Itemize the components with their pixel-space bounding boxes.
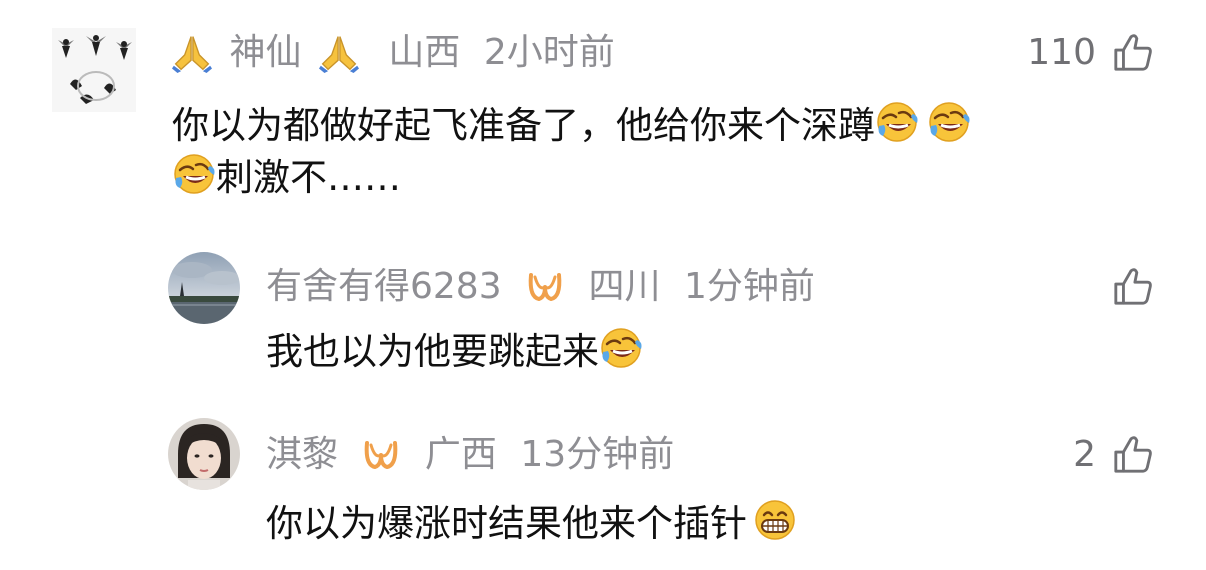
like-button[interactable]: 110: [954, 30, 1154, 74]
avatar[interactable]: [168, 252, 240, 324]
username[interactable]: 淇黎: [266, 434, 338, 475]
thumbs-up-icon: [1112, 265, 1154, 307]
rolling-laughing-emoji-icon: [927, 100, 971, 144]
comment-text-line: 刺激不……: [216, 156, 401, 199]
timestamp: 1分钟前: [684, 266, 815, 307]
comment-text: 你以为都做好起飞准备了，他给你来个深蹲 刺激不……: [172, 100, 1152, 204]
comment-text-line: 我也以为他要跳起来: [266, 330, 599, 373]
like-count: 110: [1027, 31, 1096, 73]
avatar[interactable]: [52, 28, 136, 112]
like-count: 2: [1073, 433, 1096, 475]
location: 四川: [588, 266, 661, 307]
username[interactable]: 神仙: [229, 32, 301, 73]
rolling-laughing-emoji-icon: [875, 100, 919, 144]
vip-badge-icon: [361, 435, 401, 475]
thumbs-up-icon: [1112, 433, 1154, 475]
avatar[interactable]: [168, 418, 240, 490]
comment-meta: 有舍有得6283 四川 1分钟前: [266, 264, 815, 309]
rolling-laughing-emoji-icon: [172, 152, 216, 196]
grinning-face-emoji-icon: [753, 498, 797, 542]
rolling-laughing-emoji-icon: [599, 326, 643, 370]
comment-text: 你以为爆涨时结果他来个插针: [266, 498, 1146, 550]
folded-hands-icon: [319, 33, 359, 73]
like-button[interactable]: [954, 264, 1154, 308]
comment-text-line: 你以为爆涨时结果他来个插针: [266, 502, 747, 545]
vip-badge-icon: [525, 267, 565, 307]
timestamp: 2小时前: [483, 32, 615, 73]
thumbs-up-icon: [1112, 31, 1154, 73]
like-button[interactable]: 2: [954, 432, 1154, 476]
reply-item: 淇黎 广西 13分钟前 2 你以为爆涨时结果他来个插针: [0, 408, 1206, 570]
comment-meta: 淇黎 广西 13分钟前: [266, 432, 674, 477]
location: 广西: [424, 434, 497, 475]
timestamp: 13分钟前: [520, 434, 675, 475]
comment-text-line: 你以为都做好起飞准备了，他给你来个深蹲: [172, 104, 875, 147]
reply-item: 有舍有得6283 四川 1分钟前 我也以为他要跳起来: [0, 240, 1206, 400]
location: 山西: [388, 32, 461, 73]
username[interactable]: 有舍有得6283: [266, 266, 502, 307]
comment-meta: 神仙 山西 2小时前: [172, 30, 615, 75]
comment-text: 我也以为他要跳起来: [266, 326, 1146, 378]
folded-hands-icon: [172, 33, 212, 73]
comment-item: 神仙 山西 2小时前 110 你以为都做好起飞准备了，他给你来个深蹲 刺激不……: [0, 0, 1206, 230]
